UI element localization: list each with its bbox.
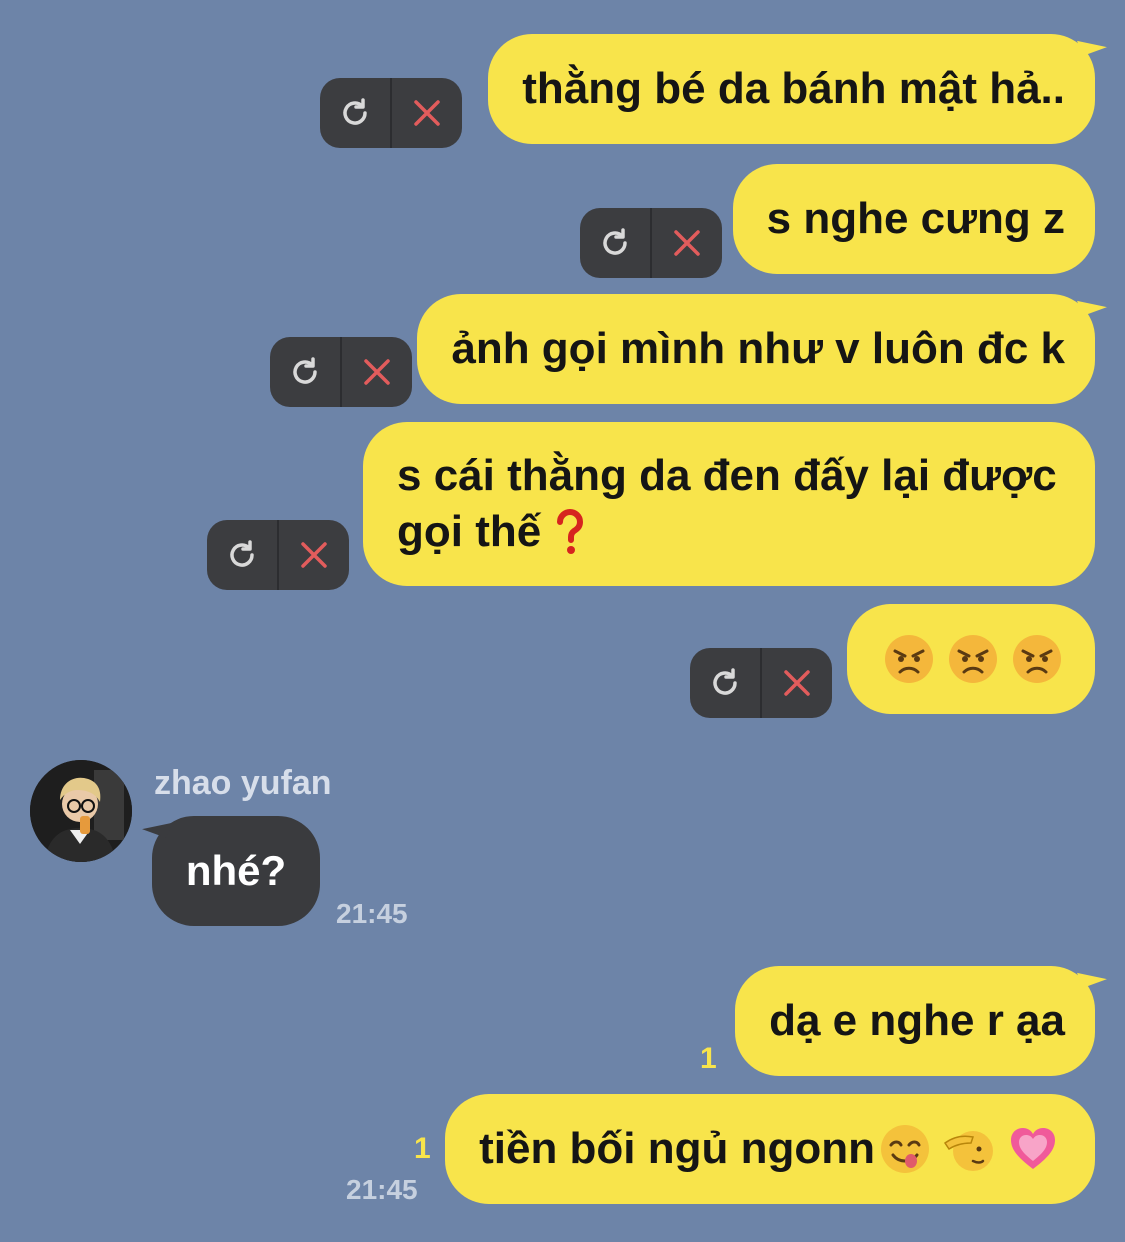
resend-button[interactable] xyxy=(580,208,650,278)
refresh-icon xyxy=(293,357,317,384)
refresh-icon xyxy=(713,668,737,695)
outgoing-message-bubble[interactable]: s nghe cưng z xyxy=(732,164,1095,274)
message-text-line1: s cái thằng da đen đấy lại được xyxy=(397,451,1057,500)
bubble-tail xyxy=(1077,32,1107,56)
close-icon xyxy=(674,230,700,256)
resend-button[interactable] xyxy=(320,78,390,148)
refresh-icon xyxy=(230,540,254,567)
incoming-message-bubble[interactable]: nhé? xyxy=(142,814,320,926)
outgoing-message-bubble[interactable]: s cái thằng da đen đấy lại được gọi thế xyxy=(363,422,1095,586)
avatar[interactable] xyxy=(30,760,132,862)
delete-failed-button[interactable] xyxy=(390,78,462,148)
resend-button[interactable] xyxy=(690,648,760,718)
delete-failed-button[interactable] xyxy=(650,208,722,278)
outgoing-emoji-bubble[interactable] xyxy=(847,604,1095,714)
message-text: nhé? xyxy=(185,847,287,894)
message-text: thằng bé da bánh mật hả.. xyxy=(522,64,1065,113)
red-question-mark-icon xyxy=(557,508,584,554)
close-icon xyxy=(784,670,810,696)
refresh-icon xyxy=(343,98,367,125)
angry-face-icon xyxy=(885,635,933,683)
angry-face-icon xyxy=(1013,635,1061,683)
bubble-tail xyxy=(1077,292,1107,316)
outgoing-message-bubble[interactable]: thằng bé da bánh mật hả.. xyxy=(488,32,1107,144)
angry-face-icon xyxy=(949,635,997,683)
message-text-line2: gọi thế xyxy=(397,504,587,560)
failed-message-actions xyxy=(690,648,832,718)
message-text: dạ e nghe r ạa xyxy=(769,996,1065,1045)
resend-button[interactable] xyxy=(270,337,340,407)
message-text: s nghe cưng z xyxy=(766,194,1065,243)
failed-message-actions xyxy=(207,520,349,590)
yum-face-icon xyxy=(881,1125,929,1173)
read-count: 1 xyxy=(700,1042,717,1075)
close-icon xyxy=(414,100,440,126)
message-text: ảnh gọi mình như v luôn đc k xyxy=(451,324,1065,373)
message-time: 21:45 xyxy=(336,898,408,929)
close-icon xyxy=(301,542,327,568)
sender-name: zhao yufan xyxy=(154,764,332,802)
outgoing-message-bubble[interactable]: ảnh gọi mình như v luôn đc k xyxy=(417,292,1107,404)
read-count: 1 xyxy=(414,1132,431,1165)
chat-area: thằng bé da bánh mật hả.. s nghe cưng z xyxy=(0,0,1125,1242)
saluting-face-icon xyxy=(943,1131,993,1171)
bubble-tail xyxy=(142,814,172,838)
profile-photo xyxy=(30,760,132,862)
delete-failed-button[interactable] xyxy=(340,337,412,407)
delete-failed-button[interactable] xyxy=(760,648,832,718)
resend-button[interactable] xyxy=(207,520,277,590)
failed-message-actions xyxy=(270,337,412,407)
message-text: tiền bối ngủ ngonn xyxy=(479,1124,875,1173)
refresh-icon xyxy=(603,228,627,255)
failed-message-actions xyxy=(580,208,722,278)
bubble-tail xyxy=(1077,964,1107,988)
failed-message-actions xyxy=(320,78,462,148)
outgoing-message-bubble[interactable]: dạ e nghe r ạa xyxy=(735,964,1107,1076)
close-icon xyxy=(364,359,390,385)
growing-heart-icon xyxy=(1011,1128,1055,1169)
delete-failed-button[interactable] xyxy=(277,520,349,590)
outgoing-message-bubble[interactable]: tiền bối ngủ ngonn xyxy=(445,1094,1095,1204)
message-time: 21:45 xyxy=(346,1174,418,1205)
